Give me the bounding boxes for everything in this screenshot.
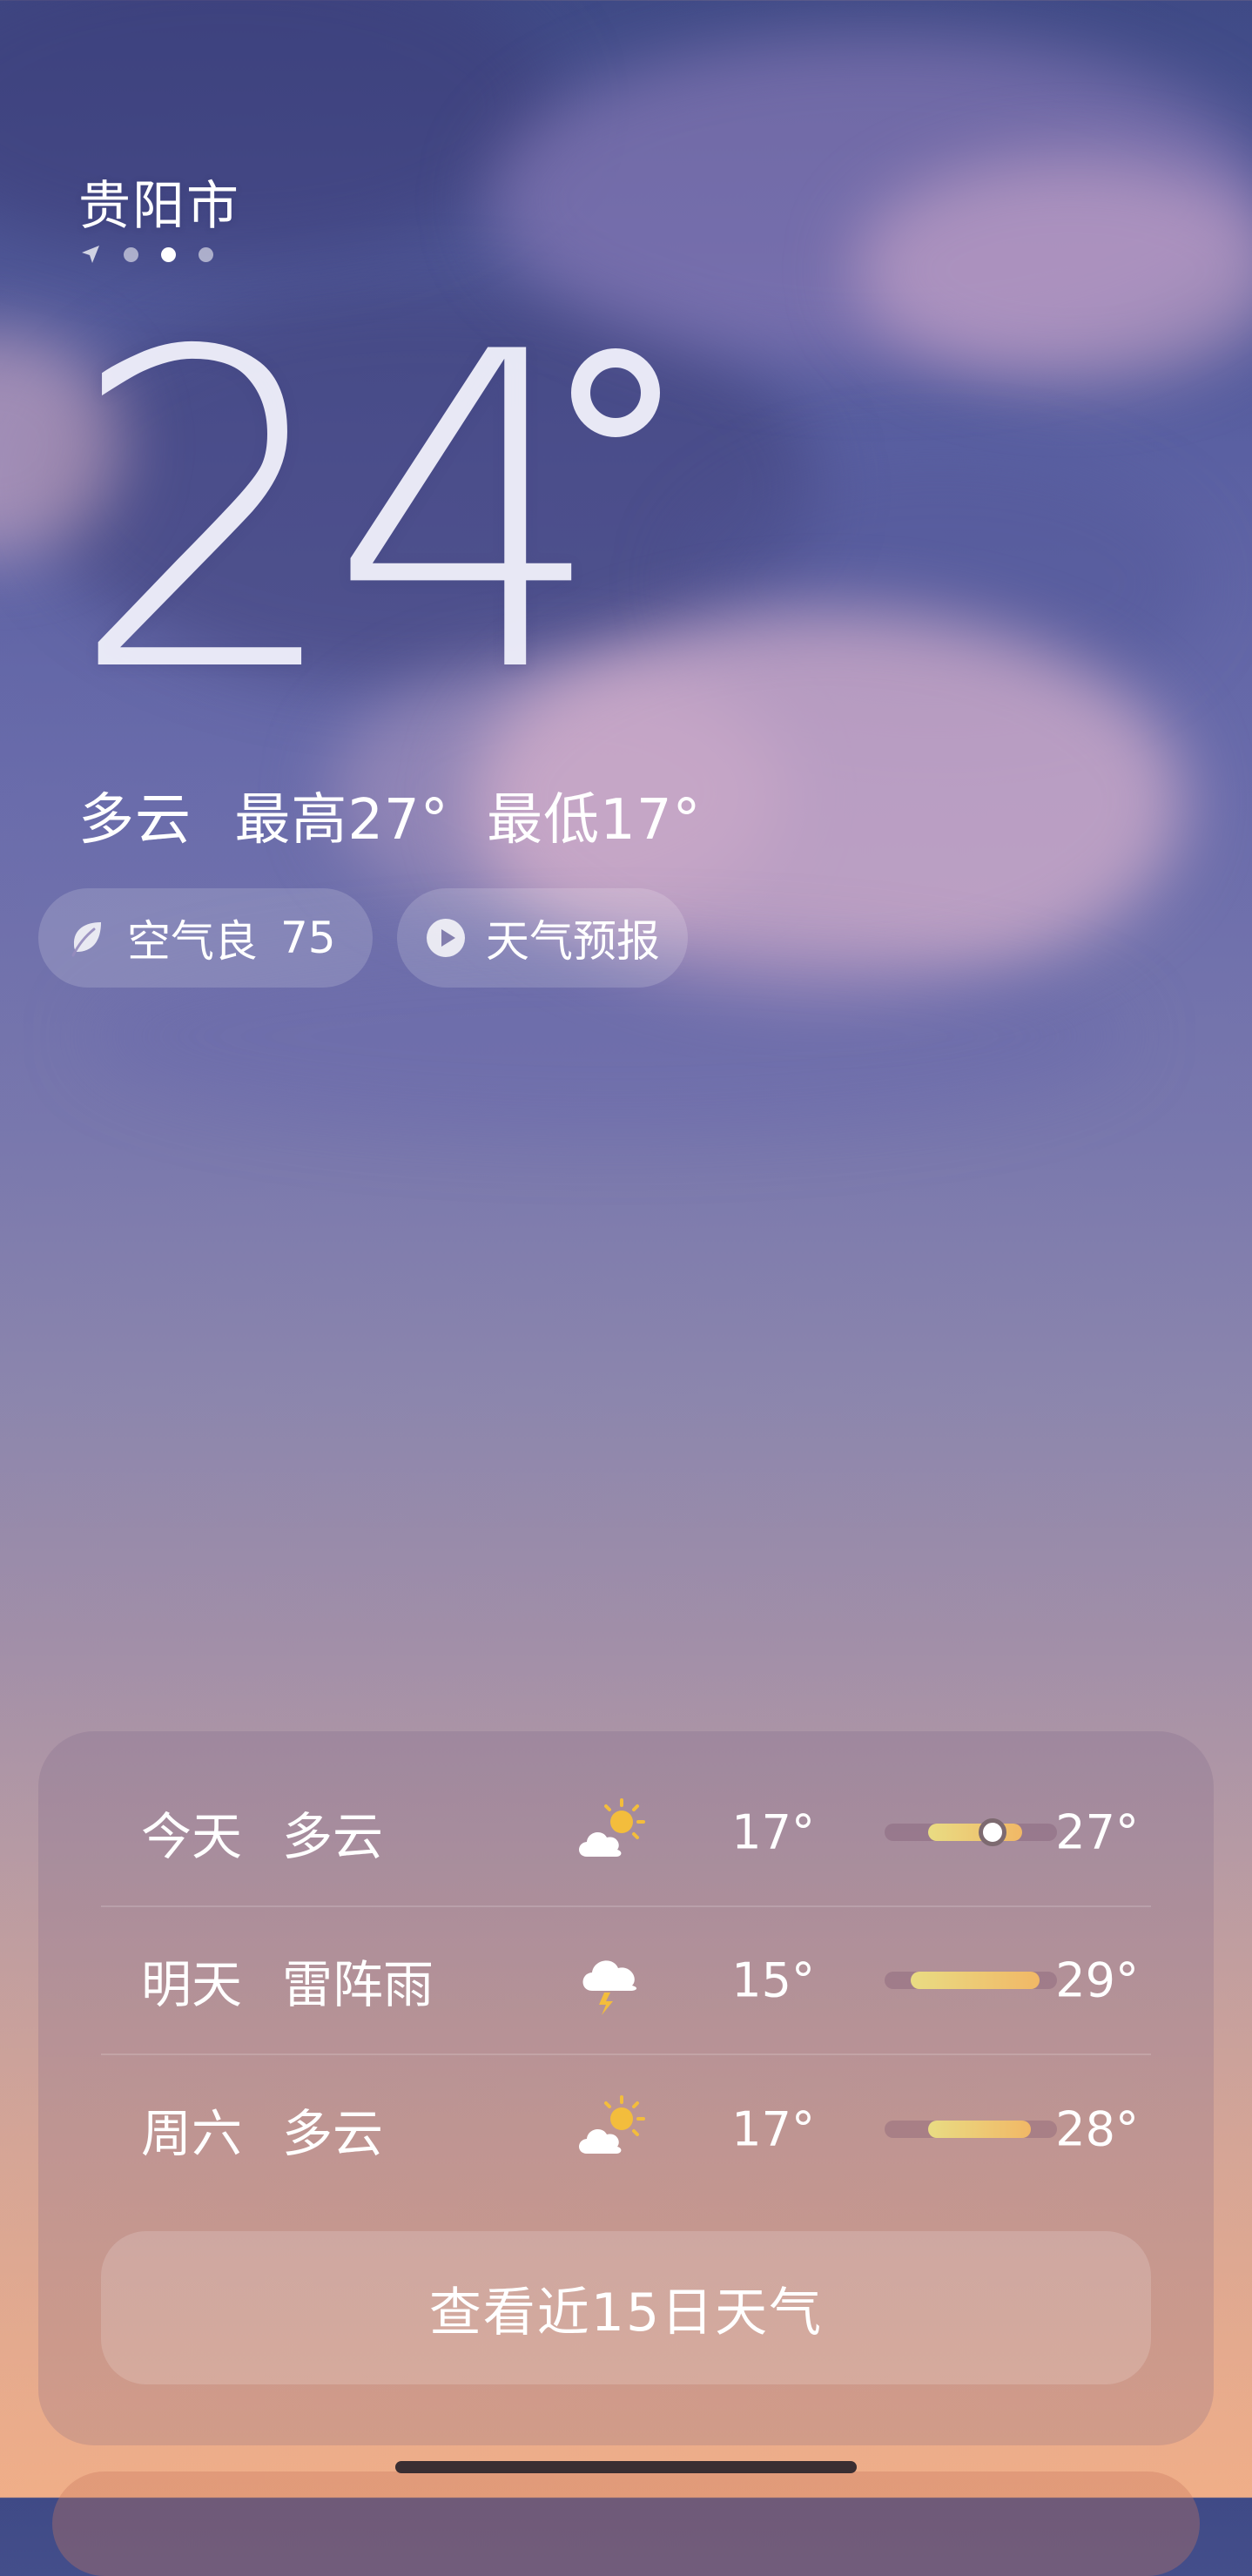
page-dot-active[interactable] (161, 246, 176, 262)
next-card-peek (52, 2471, 1200, 2576)
cloud-shape (853, 157, 1252, 383)
forecast-card: 今天 多云 17° 27° 明天 雷阵雨 15° 29° 周六 多云 17° 2… (38, 1731, 1214, 2445)
forecast-high: 29° (1055, 1952, 1139, 2008)
forecast-row-today[interactable]: 今天 多云 17° 27° (101, 1759, 1151, 1907)
cloud-shape (679, 453, 1202, 714)
city-name[interactable]: 贵阳市 (78, 164, 240, 239)
current-summary: 多云 最高27° 最低17° (78, 775, 726, 855)
temperature-range-bar (885, 2121, 1057, 2138)
temperature-range-bar (885, 1972, 1057, 1989)
temperature-range-fill (910, 1972, 1040, 1989)
partly-cloudy-sun-icon (579, 1798, 645, 1857)
forecast-row-saturday[interactable]: 周六 多云 17° 28° (101, 2055, 1151, 2203)
temperature-range-fill (927, 2121, 1032, 2138)
current-temperature-marker (978, 1818, 1006, 1846)
partly-cloudy-sun-icon (579, 2095, 645, 2154)
air-quality-label: 空气良 (127, 916, 258, 967)
air-quality-value: 75 (280, 913, 336, 963)
leaf-icon (71, 922, 101, 957)
forecast-low: 15° (731, 1952, 815, 2008)
forecast-high: 27° (1055, 1804, 1139, 1860)
forecast-day: 周六 (141, 2104, 243, 2163)
cloud-shape (488, 35, 1252, 366)
air-quality-button[interactable]: 空气良 75 (38, 888, 373, 988)
home-indicator[interactable] (395, 2461, 857, 2473)
today-high: 最高27° (234, 788, 449, 853)
forecast-day: 今天 (141, 1807, 243, 1866)
forecast-low: 17° (731, 2101, 815, 2157)
today-low: 最低17° (487, 788, 702, 853)
page-dot[interactable] (124, 246, 138, 262)
weather-forecast-label: 天气预报 (486, 916, 660, 967)
weather-forecast-video-button[interactable]: 天气预报 (397, 888, 688, 988)
forecast-low: 17° (731, 1804, 815, 1860)
temperature-range-fill (927, 1824, 1023, 1841)
forecast-condition: 多云 (282, 1807, 384, 1866)
current-condition: 多云 (78, 788, 192, 853)
forecast-day: 明天 (141, 1955, 243, 2014)
forecast-condition: 多云 (282, 2104, 384, 2163)
degree-symbol (571, 348, 660, 437)
play-circle-icon (427, 919, 465, 957)
forecast-row-tomorrow[interactable]: 明天 雷阵雨 15° 29° (101, 1907, 1151, 2055)
forecast-condition: 雷阵雨 (282, 1955, 434, 2014)
view-15-day-forecast-button[interactable]: 查看近15日天气 (101, 2231, 1151, 2384)
current-temperature: 24 (68, 260, 606, 767)
forecast-high: 28° (1055, 2101, 1139, 2157)
temperature-range-bar (885, 1818, 1057, 1846)
page-dot[interactable] (199, 246, 213, 262)
thunderstorm-icon (582, 1960, 637, 2015)
